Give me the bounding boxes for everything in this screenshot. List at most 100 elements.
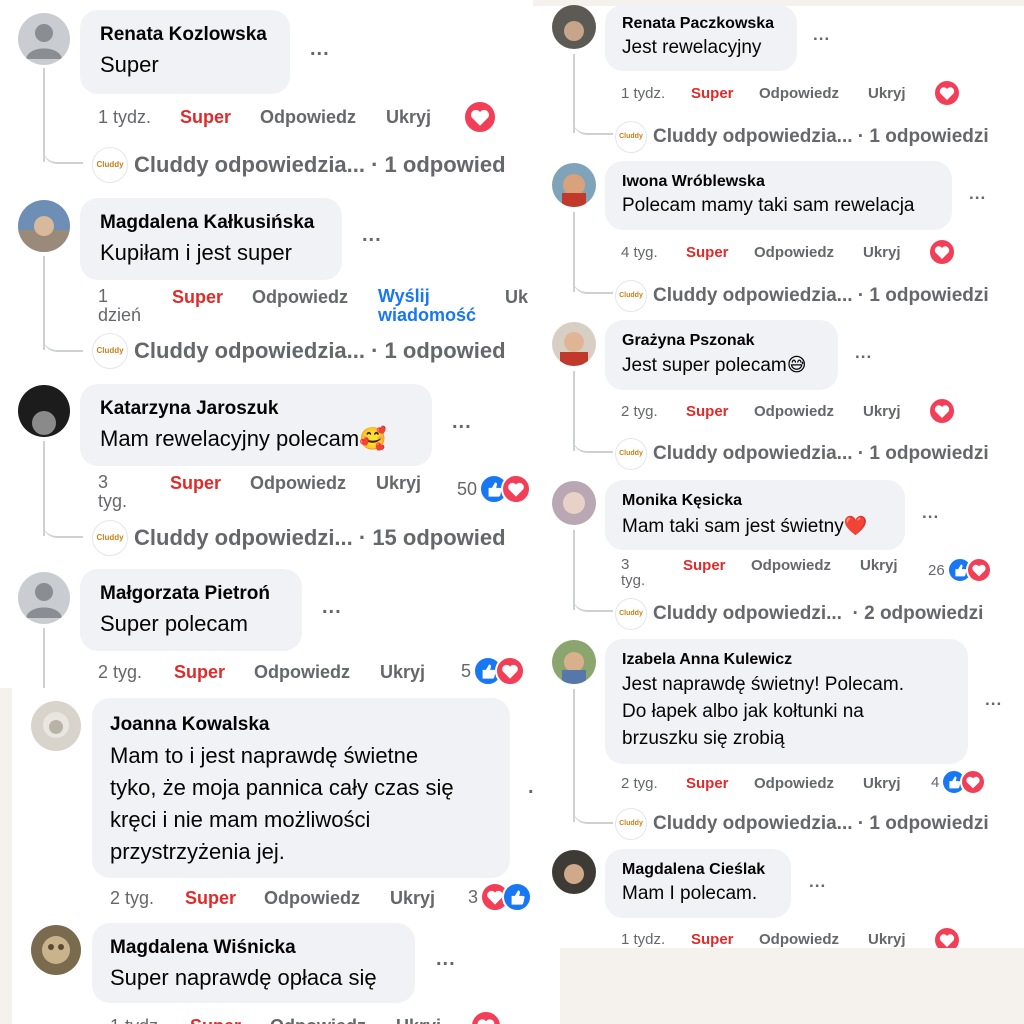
author-name[interactable]: Grażyna Pszonak <box>622 332 821 350</box>
hide-button[interactable]: Ukryj <box>386 107 431 128</box>
more-options-button[interactable]: ... <box>452 411 472 434</box>
hide-button[interactable]: Ukryj <box>376 473 421 494</box>
user-avatar[interactable] <box>552 322 596 366</box>
hide-button[interactable]: Ukryj <box>863 775 901 792</box>
reply-summary-text[interactable]: Cluddy odpowiedzia... · 1 odpowied <box>134 338 506 364</box>
timestamp[interactable]: 3 tyg. <box>98 473 127 511</box>
reaction-summary[interactable]: 5 <box>461 656 526 686</box>
author-name[interactable]: Renata Kozlowska <box>100 24 270 46</box>
timestamp[interactable]: 2 tyg. <box>110 888 154 909</box>
author-name[interactable]: Renata Paczkowska <box>622 15 780 33</box>
hide-button[interactable]: Ukryj <box>396 1016 441 1024</box>
more-options-button[interactable]: ... <box>969 184 986 204</box>
author-name[interactable]: Iwona Wróblewska <box>622 173 935 191</box>
reply-button[interactable]: Odpowiedz <box>264 888 360 909</box>
timestamp[interactable]: 2 tyg. <box>98 662 142 683</box>
more-options-button[interactable]: ... <box>310 38 330 61</box>
timestamp[interactable]: 1 dzień <box>98 287 141 325</box>
more-options-button[interactable]: ... <box>855 343 872 363</box>
author-name[interactable]: Monika Kęsicka <box>622 492 888 510</box>
reaction-summary[interactable]: 26 <box>928 557 992 583</box>
reply-summary[interactable]: Cluddy Cluddy odpowiedzi... · 15 odpowie… <box>92 520 506 556</box>
reaction-button[interactable]: Super <box>172 287 223 308</box>
reply-summary-text[interactable]: Cluddy odpowiedzia... · 1 odpowied <box>134 152 506 178</box>
author-name[interactable]: Joanna Kowalska <box>110 714 492 736</box>
user-avatar[interactable] <box>552 5 596 49</box>
timestamp[interactable]: 2 tyg. <box>621 403 658 420</box>
reaction-button[interactable]: Super <box>180 107 231 128</box>
reply-button[interactable]: Odpowiedz <box>250 473 346 494</box>
timestamp[interactable]: 2 tyg. <box>621 775 658 792</box>
reaction-summary[interactable]: 50 <box>457 474 532 504</box>
reply-button[interactable]: Odpowiedz <box>252 287 348 308</box>
reply-button[interactable]: Odpowiedz <box>270 1016 366 1024</box>
reaction-button[interactable]: Super <box>686 403 729 420</box>
reply-summary[interactable]: Cluddy Cluddy odpowiedzia... · 1 odpowie… <box>615 121 989 153</box>
reply-button[interactable]: Odpowiedz <box>254 662 350 683</box>
author-name[interactable]: Magdalena Kałkusińska <box>100 212 322 234</box>
more-options-button[interactable]: ... <box>922 503 939 523</box>
hide-button[interactable]: Uk <box>505 287 528 308</box>
reaction-summary[interactable]: 3 <box>468 882 533 912</box>
reaction-heart[interactable] <box>933 79 961 107</box>
reply-button[interactable]: Odpowiedz <box>759 931 839 948</box>
timestamp[interactable]: 1 tydz. <box>98 107 151 128</box>
author-name[interactable]: Magdalena Cieślak <box>622 861 774 879</box>
reply-summary-text[interactable]: Cluddy odpowiedzia... · 1 odpowiedzi <box>653 443 989 465</box>
author-name[interactable]: Magdalena Wiśnicka <box>110 937 397 959</box>
reply-summary[interactable]: Cluddy Cluddy odpowiedzia... · 1 odpowie… <box>92 147 506 183</box>
more-options-button[interactable]: ... <box>322 596 342 619</box>
author-name[interactable]: Małgorzata Pietroń <box>100 583 282 605</box>
reply-summary[interactable]: Cluddy Cluddy odpowiedzia... · 1 odpowie… <box>615 280 989 312</box>
hide-button[interactable]: Ukryj <box>863 244 901 261</box>
reaction-button[interactable]: Super <box>190 1016 241 1024</box>
reaction-button[interactable]: Super <box>691 931 734 948</box>
hide-button[interactable]: Ukryj <box>390 888 435 909</box>
reply-summary-text[interactable]: Cluddy odpowiedzi... · 15 odpowied <box>134 525 506 551</box>
user-avatar[interactable] <box>552 481 596 525</box>
reply-button[interactable]: Odpowiedz <box>751 557 831 574</box>
reply-button[interactable]: Odpowiedz <box>754 775 834 792</box>
more-options-button[interactable]: ... <box>813 25 830 45</box>
reply-summary-text[interactable]: Cluddy odpowiedzia... · 1 odpowiedzi <box>653 126 989 148</box>
reply-summary[interactable]: Cluddy Cluddy odpowiedzia... · 1 odpowie… <box>615 808 989 840</box>
reaction-button[interactable]: Super <box>691 85 734 102</box>
hide-button[interactable]: Ukryj <box>380 662 425 683</box>
reaction-summary[interactable]: 4 <box>931 769 987 795</box>
reaction-button[interactable]: Super <box>174 662 225 683</box>
reaction-heart[interactable] <box>928 397 956 425</box>
reaction-button[interactable]: Super <box>686 775 729 792</box>
user-avatar[interactable] <box>552 640 596 684</box>
reply-button[interactable]: Odpowiedz <box>754 403 834 420</box>
hide-button[interactable]: Ukryj <box>863 403 901 420</box>
reaction-heart[interactable] <box>928 238 956 266</box>
more-options-button[interactable]: ... <box>985 690 1002 710</box>
more-options-button[interactable]: ... <box>809 872 826 892</box>
reaction-button[interactable]: Super <box>185 888 236 909</box>
reply-summary-text[interactable]: Cluddy odpowiedzia... · 1 odpowiedzi <box>653 813 989 835</box>
user-avatar[interactable] <box>18 200 70 252</box>
user-avatar[interactable] <box>31 701 81 751</box>
user-avatar[interactable] <box>18 385 70 437</box>
timestamp[interactable]: 1 tydz. <box>110 1016 163 1024</box>
hide-button[interactable]: Ukryj <box>868 85 906 102</box>
timestamp[interactable]: 4 tyg. <box>621 244 658 261</box>
default-avatar-icon[interactable] <box>18 13 70 65</box>
hide-button[interactable]: Ukryj <box>860 557 898 574</box>
reply-button[interactable]: Odpowiedz <box>759 85 839 102</box>
more-options-button[interactable]: ... <box>362 224 382 247</box>
reaction-button[interactable]: Super <box>683 557 726 574</box>
timestamp[interactable]: 3 tyg. <box>621 557 645 589</box>
reply-summary[interactable]: Cluddy Cluddy odpowiedzia... · 1 odpowie… <box>615 438 989 470</box>
reaction-button[interactable]: Super <box>686 244 729 261</box>
reaction-button[interactable]: Super <box>170 473 221 494</box>
reply-summary-text[interactable]: Cluddy odpowiedzia... · 1 odpowiedzi <box>653 285 989 307</box>
reply-summary[interactable]: Cluddy Cluddy odpowiedzia... · 1 odpowie… <box>92 333 506 369</box>
hide-button[interactable]: Ukryj <box>868 931 906 948</box>
author-name[interactable]: Izabela Anna Kulewicz <box>622 651 951 669</box>
reaction-heart[interactable] <box>470 1010 502 1024</box>
default-avatar-icon[interactable] <box>18 572 70 624</box>
user-avatar[interactable] <box>552 163 596 207</box>
send-message-link[interactable]: Wyślij wiadomość <box>378 287 488 325</box>
reply-button[interactable]: Odpowiedz <box>260 107 356 128</box>
